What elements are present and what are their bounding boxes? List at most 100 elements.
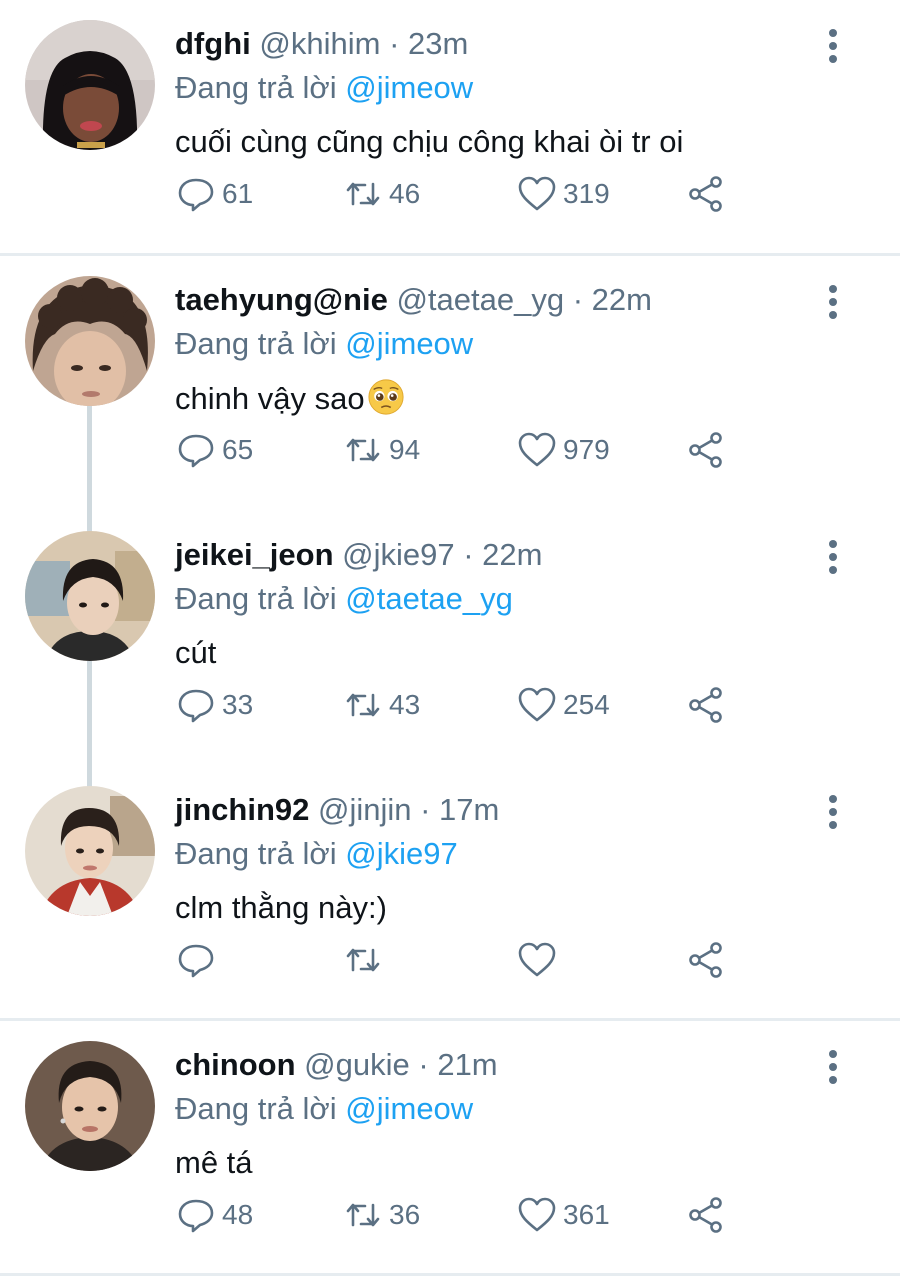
reply-button[interactable]: 61 <box>176 172 253 216</box>
retweet-count: 43 <box>389 689 421 720</box>
more-options-icon[interactable] <box>823 282 843 322</box>
like-button[interactable]: 361 <box>517 1193 610 1237</box>
heart-icon <box>518 432 556 467</box>
retweet-icon <box>346 182 380 206</box>
retweet-button[interactable]: 94 <box>343 428 420 472</box>
display-name[interactable]: taehyung@nie <box>175 282 388 317</box>
reply-icon <box>178 434 214 468</box>
display-name[interactable]: jeikei_jeon <box>175 537 334 572</box>
username[interactable]: @khihim <box>259 26 380 61</box>
reply-button[interactable] <box>176 938 216 982</box>
timestamp[interactable]: · 21m <box>418 1047 497 1082</box>
like-count: 319 <box>563 178 610 209</box>
tweet-header: jeikei_jeon @jkie97 · 22m <box>175 535 543 575</box>
mention-link[interactable]: @jkie97 <box>345 836 457 871</box>
replying-to-label: Đang trả lời <box>175 581 337 616</box>
more-options-icon[interactable] <box>823 792 843 832</box>
reply-count: 65 <box>222 434 254 465</box>
timestamp[interactable]: · 23m <box>389 26 468 61</box>
tweet[interactable]: dfghi @khihim · 23m Đang trả lời @jimeow… <box>0 0 900 253</box>
tweet-header: taehyung@nie @taetae_yg · 22m <box>175 280 652 320</box>
tweet-text: cút <box>175 635 217 670</box>
more-options-icon[interactable] <box>823 537 843 577</box>
username[interactable]: @jinjin <box>318 792 412 827</box>
mention-link[interactable]: @taetae_yg <box>345 581 513 616</box>
tweet-header: chinoon @gukie · 21m <box>175 1045 498 1085</box>
share-icon <box>689 176 722 212</box>
tweet[interactable]: jeikei_jeon @jkie97 · 22m Đang trả lời @… <box>0 511 900 766</box>
reply-button[interactable]: 65 <box>176 428 253 472</box>
retweet-icon <box>346 948 380 972</box>
reply-icon <box>178 689 214 723</box>
like-count: 361 <box>563 1199 610 1230</box>
replying-to-label: Đang trả lời <box>175 70 337 105</box>
more-options-icon[interactable] <box>823 1047 843 1087</box>
username[interactable]: @gukie <box>304 1047 410 1082</box>
share-button[interactable] <box>686 938 726 982</box>
retweet-button[interactable]: 43 <box>343 683 420 727</box>
avatar[interactable] <box>25 276 155 406</box>
heart-icon <box>518 1197 556 1232</box>
tweet[interactable]: jinchin92 @jinjin · 17m Đang trả lời @jk… <box>0 766 900 1018</box>
display-name[interactable]: jinchin92 <box>175 792 309 827</box>
mention-link[interactable]: @jimeow <box>345 70 473 105</box>
username[interactable]: @jkie97 <box>342 537 454 572</box>
avatar[interactable] <box>25 531 155 661</box>
reply-count: 48 <box>222 1199 254 1230</box>
avatar[interactable] <box>25 1041 155 1171</box>
replying-to: Đang trả lời @jimeow <box>175 68 473 108</box>
retweet-icon <box>346 693 380 717</box>
reply-button[interactable]: 48 <box>176 1193 253 1237</box>
share-icon <box>689 942 722 978</box>
replying-to-label: Đang trả lời <box>175 836 337 871</box>
tweet[interactable]: taehyung@nie @taetae_yg · 22m Đang trả l… <box>0 256 900 511</box>
pleading-face-emoji <box>367 379 404 415</box>
tweet-actions: 65 94 979 <box>0 428 900 472</box>
tweet-actions: 33 43 254 <box>0 683 900 727</box>
reply-button[interactable]: 33 <box>176 683 253 727</box>
share-icon <box>689 687 722 723</box>
tweet[interactable]: chinoon @gukie · 21m Đang trả lời @jimeo… <box>0 1021 900 1273</box>
more-options-icon[interactable] <box>823 26 843 66</box>
mention-link[interactable]: @jimeow <box>345 326 473 361</box>
share-icon <box>689 1197 722 1233</box>
tweet-actions: 48 36 361 <box>0 1193 900 1237</box>
reply-count: 61 <box>222 178 254 209</box>
like-button[interactable] <box>517 938 557 982</box>
display-name[interactable]: dfghi <box>175 26 251 61</box>
separator <box>0 1273 900 1276</box>
like-button[interactable]: 319 <box>517 172 610 216</box>
replying-to: Đang trả lời @taetae_yg <box>175 579 513 619</box>
display-name[interactable]: chinoon <box>175 1047 296 1082</box>
avatar[interactable] <box>25 20 155 150</box>
share-button[interactable] <box>686 428 726 472</box>
retweet-button[interactable]: 46 <box>343 172 420 216</box>
timestamp[interactable]: · 22m <box>573 282 652 317</box>
share-button[interactable] <box>686 683 726 727</box>
timestamp[interactable]: · 22m <box>463 537 542 572</box>
reply-icon <box>178 1199 214 1233</box>
mention-link[interactable]: @jimeow <box>345 1091 473 1126</box>
like-button[interactable]: 254 <box>517 683 610 727</box>
replying-to-label: Đang trả lời <box>175 1091 337 1126</box>
tweet-text: clm thằng này:) <box>175 890 387 925</box>
share-button[interactable] <box>686 172 726 216</box>
retweet-count: 46 <box>389 178 421 209</box>
reply-count: 33 <box>222 689 254 720</box>
share-button[interactable] <box>686 1193 726 1237</box>
retweet-button[interactable] <box>343 938 383 982</box>
replying-to: Đang trả lời @jkie97 <box>175 834 458 874</box>
timestamp[interactable]: · 17m <box>420 792 499 827</box>
tweet-content: chinh vậy sao <box>175 378 405 419</box>
like-button[interactable]: 979 <box>517 428 610 472</box>
heart-icon <box>518 687 556 722</box>
heart-icon <box>518 942 556 977</box>
reply-icon <box>178 944 214 978</box>
avatar[interactable] <box>25 786 155 916</box>
retweet-count: 94 <box>389 434 421 465</box>
username[interactable]: @taetae_yg <box>396 282 564 317</box>
replying-to: Đang trả lời @jimeow <box>175 1089 473 1129</box>
tweet-text: cuối cùng cũng chịu công khai òi tr oi <box>175 124 684 159</box>
retweet-button[interactable]: 36 <box>343 1193 420 1237</box>
tweet-header: jinchin92 @jinjin · 17m <box>175 790 499 830</box>
